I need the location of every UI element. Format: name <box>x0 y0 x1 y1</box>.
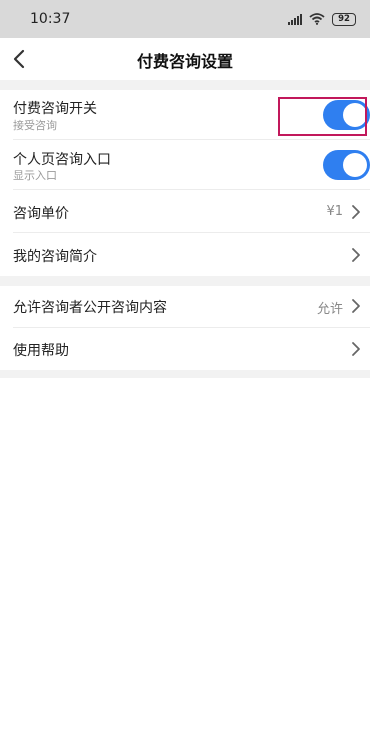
unit-price-value: ¥1 <box>326 204 343 219</box>
public-content-row[interactable]: 允许咨询者公开咨询内容 允许 <box>0 286 370 328</box>
chevron-right-icon <box>352 205 360 219</box>
battery-icon: 92 <box>332 12 356 26</box>
consult-intro-row[interactable]: 我的咨询简介 <box>0 233 370 276</box>
page-title: 付费咨询设置 <box>136 52 233 71</box>
wifi-icon <box>309 13 325 25</box>
status-time: 10:37 <box>30 11 71 27</box>
help-label: 使用帮助 <box>13 343 69 359</box>
unit-price-row[interactable]: 咨询单价 ¥1 <box>0 190 370 233</box>
section-gap <box>0 276 370 286</box>
section-gap <box>0 80 370 90</box>
chevron-right-icon <box>352 299 360 313</box>
paid-consult-toggle[interactable] <box>323 100 370 130</box>
signal-icon <box>288 13 302 25</box>
toggle-knob <box>343 153 367 177</box>
chevron-right-icon <box>352 342 360 356</box>
chevron-right-icon <box>352 248 360 262</box>
public-content-label: 允许咨询者公开咨询内容 <box>13 300 167 316</box>
profile-entry-label: 个人页咨询入口 <box>13 152 111 168</box>
header: 付费咨询设置 <box>0 38 370 80</box>
public-content-value: 允许 <box>316 302 343 317</box>
unit-price-label: 咨询单价 <box>13 206 69 222</box>
consult-intro-label: 我的咨询简介 <box>13 249 97 265</box>
profile-entry-toggle[interactable] <box>323 150 370 180</box>
paid-consult-label: 付费咨询开关 <box>13 101 97 117</box>
paid-consult-sub: 接受咨询 <box>13 119 57 132</box>
section-gap <box>0 370 370 378</box>
status-icons: 92 <box>288 11 356 27</box>
paid-consult-row: 付费咨询开关 接受咨询 <box>0 90 370 140</box>
help-row[interactable]: 使用帮助 <box>0 328 370 370</box>
profile-entry-row: 个人页咨询入口 显示入口 <box>0 140 370 190</box>
toggle-knob <box>343 103 367 127</box>
status-bar: 10:37 92 <box>0 0 370 38</box>
profile-entry-sub: 显示入口 <box>13 169 57 182</box>
